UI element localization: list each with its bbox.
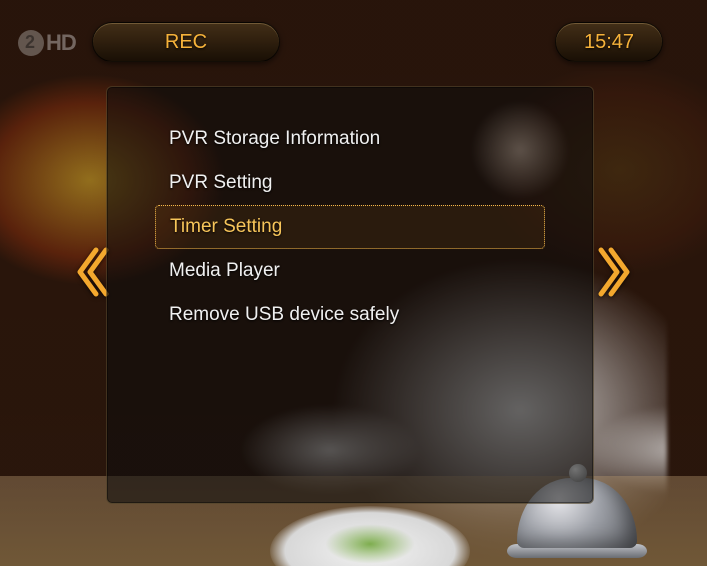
menu-title: REC: [165, 31, 207, 53]
menu-item-label: PVR Storage Information: [169, 128, 380, 149]
clock-time: 15:47: [584, 31, 634, 53]
menu-item[interactable]: PVR Setting: [155, 161, 545, 205]
menu-item-label: Timer Setting: [170, 216, 282, 237]
chevron-right-icon: [597, 244, 635, 300]
menu-item-label: PVR Setting: [169, 172, 273, 193]
nav-left-button[interactable]: [72, 244, 110, 300]
tv-screen: HD REC 15:47 PVR Storage InformationPVR …: [0, 0, 707, 566]
channel-logo: HD: [18, 30, 76, 56]
menu-panel: PVR Storage Information PVR Setting Timer …: [106, 86, 594, 504]
clock-pill: 15:47: [555, 22, 663, 62]
nav-right-button[interactable]: [597, 244, 635, 300]
menu-item-label: Media Player: [169, 260, 280, 281]
menu-item[interactable]: Remove USB device safely: [155, 293, 545, 337]
chevron-left-icon: [72, 244, 110, 300]
menu-title-pill: REC: [92, 22, 280, 62]
menu-list: PVR Storage Information PVR Setting Timer …: [155, 117, 545, 337]
channel-logo-icon: [18, 30, 44, 56]
menu-item[interactable]: Timer Setting: [155, 205, 545, 249]
menu-item[interactable]: PVR Storage Information: [155, 117, 545, 161]
channel-logo-text: HD: [46, 30, 76, 56]
menu-item[interactable]: Media Player: [155, 249, 545, 293]
menu-item-label: Remove USB device safely: [169, 304, 399, 325]
